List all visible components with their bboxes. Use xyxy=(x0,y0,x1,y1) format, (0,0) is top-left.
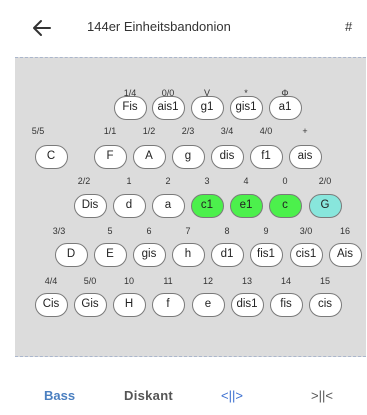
note-key-button[interactable]: ais xyxy=(288,145,322,169)
note-key-button[interactable]: Ais xyxy=(328,243,362,267)
note-key-button[interactable]: F xyxy=(93,145,127,169)
note-key-button[interactable]: cis1 xyxy=(289,243,323,267)
note-key-button[interactable]: g1 xyxy=(190,96,224,120)
key-number-label: 5/5 xyxy=(31,126,45,136)
key-number-label: 11 xyxy=(163,276,173,286)
key-number-label: 4/4 xyxy=(44,276,58,286)
note-key-button[interactable]: f xyxy=(151,293,185,317)
tab-bass[interactable]: Bass xyxy=(44,388,75,403)
note-key-button[interactable]: Fis xyxy=(113,96,147,120)
note-key-button[interactable]: d xyxy=(112,194,146,218)
key-number-label: 2/0 xyxy=(318,176,332,186)
hash-menu-button[interactable]: # xyxy=(345,19,352,34)
note-key-button[interactable]: c xyxy=(268,194,302,218)
key-number-label: 1/2 xyxy=(142,126,156,136)
key-number-label: 1/1 xyxy=(103,126,117,136)
note-key-button[interactable]: gis xyxy=(132,243,166,267)
key-number-label: 9 xyxy=(263,226,269,236)
tab-diskant[interactable]: Diskant xyxy=(124,388,173,403)
key-number-label: 15 xyxy=(319,276,330,286)
key-number-label: 7 xyxy=(185,226,191,236)
note-key-button[interactable]: Dis xyxy=(73,194,107,218)
note-key-button[interactable]: H xyxy=(112,293,146,317)
note-key-button[interactable]: f1 xyxy=(249,145,283,169)
key-number-label: 4 xyxy=(243,176,249,186)
note-key-button[interactable]: a1 xyxy=(268,96,302,120)
key-number-label: 1 xyxy=(126,176,132,186)
note-key-button[interactable]: G xyxy=(308,194,342,218)
note-key-button[interactable]: dis xyxy=(210,145,244,169)
key-number-label: 3/3 xyxy=(52,226,66,236)
key-number-label: 5/0 xyxy=(83,276,97,286)
key-number-label: 5 xyxy=(107,226,113,236)
back-arrow-icon[interactable] xyxy=(30,16,54,40)
key-number-label: 0 xyxy=(282,176,288,186)
key-number-label: 2/3 xyxy=(181,126,195,136)
bottom-tab-bar: Bass Diskant <||> >||< xyxy=(0,376,367,415)
key-number-label: 13 xyxy=(241,276,252,286)
key-number-label: 3/0 xyxy=(299,226,313,236)
key-number-label: 2 xyxy=(165,176,171,186)
note-key-button[interactable]: d1 xyxy=(210,243,244,267)
note-key-button[interactable]: g xyxy=(171,145,205,169)
key-number-label: 10 xyxy=(123,276,134,286)
key-number-label: 16 xyxy=(339,226,350,236)
note-key-button[interactable]: E xyxy=(93,243,127,267)
key-number-label: 6 xyxy=(146,226,152,236)
note-key-button[interactable]: h xyxy=(171,243,205,267)
note-key-button[interactable]: e1 xyxy=(229,194,263,218)
note-key-button[interactable]: dis1 xyxy=(230,293,264,317)
note-key-button[interactable]: gis1 xyxy=(229,96,263,120)
keyboard-panel: 1/4 Fis 0/0 ais1 Vg1 * gis1 Φa1 5/5 C 1/1 F 1/2 A 2/3 g… xyxy=(15,57,366,357)
note-key-button[interactable]: fis xyxy=(269,293,303,317)
key-number-label: 8 xyxy=(224,226,230,236)
note-key-button[interactable]: Cis xyxy=(34,293,68,317)
app-bar: 144er Einheitsbandonion # xyxy=(0,0,367,56)
note-key-button[interactable]: a xyxy=(151,194,185,218)
note-key-button[interactable]: ais1 xyxy=(151,96,185,120)
key-number-label: 2/2 xyxy=(77,176,91,186)
tab-bellows-open[interactable]: <||> xyxy=(221,388,243,403)
key-number-label: 3 xyxy=(204,176,210,186)
note-key-button[interactable]: A xyxy=(132,145,166,169)
key-number-label: 3/4 xyxy=(220,126,234,136)
note-key-button[interactable]: cis xyxy=(308,293,342,317)
page-title: 144er Einheitsbandonion xyxy=(87,19,231,34)
key-number-label: 12 xyxy=(202,276,213,286)
note-key-button[interactable]: Gis xyxy=(73,293,107,317)
note-key-button[interactable]: D xyxy=(54,243,88,267)
key-number-label: 14 xyxy=(280,276,291,286)
key-number-label: + xyxy=(302,126,308,136)
key-number-label: 4/0 xyxy=(259,126,273,136)
note-key-button[interactable]: C xyxy=(34,145,68,169)
note-key-button[interactable]: e xyxy=(191,293,225,317)
tab-bellows-close[interactable]: >||< xyxy=(311,388,333,403)
note-key-button[interactable]: fis1 xyxy=(249,243,283,267)
note-key-button[interactable]: c1 xyxy=(190,194,224,218)
